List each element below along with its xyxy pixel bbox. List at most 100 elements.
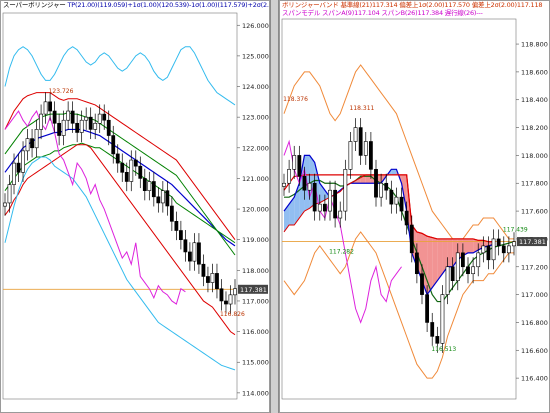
right-candle-body xyxy=(379,182,384,198)
right-candle-body xyxy=(404,210,409,226)
right-candle-body xyxy=(389,189,394,205)
right-candle-body xyxy=(450,266,455,281)
left-candle-body xyxy=(138,165,143,179)
left-candle-body xyxy=(66,110,71,121)
right-candle-body xyxy=(368,141,373,170)
left-candle-body xyxy=(115,153,120,164)
left-y-tick-label: 114.000 xyxy=(242,389,269,397)
left-y-tick-label: 121.000 xyxy=(242,175,269,183)
left-candle-body xyxy=(48,101,52,112)
left-candle-body xyxy=(61,119,66,136)
right-y-tick-label: 117.800 xyxy=(521,180,548,188)
right-y-tick-label: 118.200 xyxy=(521,124,548,132)
right-y-tick-label: 118.800 xyxy=(521,41,548,49)
left-candle-body xyxy=(133,159,138,167)
right-candle-body xyxy=(302,175,307,191)
left-y-tick-label: 116.000 xyxy=(242,328,269,336)
right-chart-plot: 118.800 118.600 118.400 118.200 118.000 117.8… xyxy=(281,18,548,400)
left-candle-body xyxy=(188,251,192,262)
right-candle-body xyxy=(307,182,312,191)
right-y-tick-label: 117.600 xyxy=(521,208,548,216)
left-price-tag-text: 117.381 xyxy=(240,286,267,294)
right-y-tick-label: 117.000 xyxy=(521,291,548,299)
right-span-cloud xyxy=(447,238,453,267)
right-candle-body xyxy=(420,273,424,295)
left-candle-body xyxy=(210,273,215,283)
right-annotation-label: 118.311 xyxy=(350,105,375,112)
left-y-tick-label: 119.000 xyxy=(242,236,269,244)
left-candle-body xyxy=(43,101,48,115)
right-candle-body xyxy=(348,141,353,170)
right-candle-body xyxy=(425,294,430,323)
left-y-tick-label: 124.000 xyxy=(242,83,269,91)
right-span-cloud xyxy=(468,238,474,253)
right-candle-body xyxy=(486,245,491,261)
left-candle-body xyxy=(7,184,12,204)
left-candle-body xyxy=(192,242,197,262)
left-candle-body xyxy=(84,116,89,121)
left-candle-body xyxy=(52,110,57,124)
right-plot-frame xyxy=(281,18,517,400)
left-candle-body xyxy=(21,150,25,173)
right-candle-body xyxy=(374,169,378,198)
right-span-cloud xyxy=(432,237,438,288)
left-annotation-label: 116.826 xyxy=(220,311,245,318)
right-candle-body xyxy=(445,266,450,295)
left-candle-body xyxy=(219,288,224,302)
right-candle-body xyxy=(414,252,419,275)
left-chart-window: スーパーボリンジャー TP(21.00)(119.059)+1σ(1.00)(1… xyxy=(0,0,270,413)
right-candle-body xyxy=(496,238,501,247)
left-y-tick-label: 122.000 xyxy=(242,144,269,152)
right-candle-body xyxy=(328,189,332,212)
left-candle-body xyxy=(224,300,228,305)
left-y-tick-label: 115.000 xyxy=(242,359,269,367)
left-candle-body xyxy=(233,288,237,296)
left-series-x3x-line xyxy=(4,46,236,106)
left-y-tick-label: 123.000 xyxy=(242,114,269,122)
left-candle-body xyxy=(124,172,129,182)
left-candle-body xyxy=(12,162,16,185)
right-candle-body xyxy=(384,182,389,191)
right-span-cloud xyxy=(427,236,433,295)
right-y-tick-label: 116.600 xyxy=(521,347,548,355)
left-y-tick-label: 117.000 xyxy=(242,297,269,305)
left-candle-body xyxy=(97,113,102,124)
left-candle-body xyxy=(57,122,62,136)
window-splitter[interactable] xyxy=(270,0,279,413)
left-candle-body xyxy=(183,239,188,253)
left-candle-body xyxy=(197,242,201,265)
left-candle-body xyxy=(201,263,206,277)
left-y-tick-label: 120.000 xyxy=(242,206,269,214)
left-candle-body xyxy=(169,205,174,222)
right-candle-body xyxy=(338,210,343,219)
left-candle-body xyxy=(142,178,147,191)
left-candle-body xyxy=(160,190,165,204)
right-y-tick-label: 117.200 xyxy=(521,263,548,271)
right-candle-body xyxy=(312,182,317,212)
right-candle-body xyxy=(317,203,322,212)
right-annotation-label: 118.376 xyxy=(283,96,308,103)
right-candle-body xyxy=(440,294,445,344)
right-candle-body xyxy=(353,127,358,142)
right-candle-body xyxy=(282,182,286,187)
left-candle-body xyxy=(70,110,75,124)
right-y-tick-label: 116.400 xyxy=(521,375,548,383)
left-candle-body xyxy=(151,181,156,198)
left-candle-body xyxy=(79,119,84,133)
right-candle-body xyxy=(287,169,292,184)
right-candle-body xyxy=(481,245,486,254)
right-span-cloud xyxy=(391,169,397,175)
left-candle-body xyxy=(156,196,161,204)
left-candle-body xyxy=(165,190,170,207)
right-series-bbxupper-line xyxy=(283,64,514,240)
left-candle-body xyxy=(88,116,93,130)
left-candle-body xyxy=(3,202,7,207)
right-candle-body xyxy=(501,245,506,254)
left-y-tick-label: 125.000 xyxy=(242,52,269,60)
right-y-tick-label: 118.000 xyxy=(521,152,548,160)
right-price-tag-text: 117.381 xyxy=(519,238,546,246)
left-candle-body xyxy=(174,221,179,231)
left-candle-body xyxy=(111,135,116,155)
left-candle-body xyxy=(93,122,98,130)
left-candle-body xyxy=(34,129,39,149)
